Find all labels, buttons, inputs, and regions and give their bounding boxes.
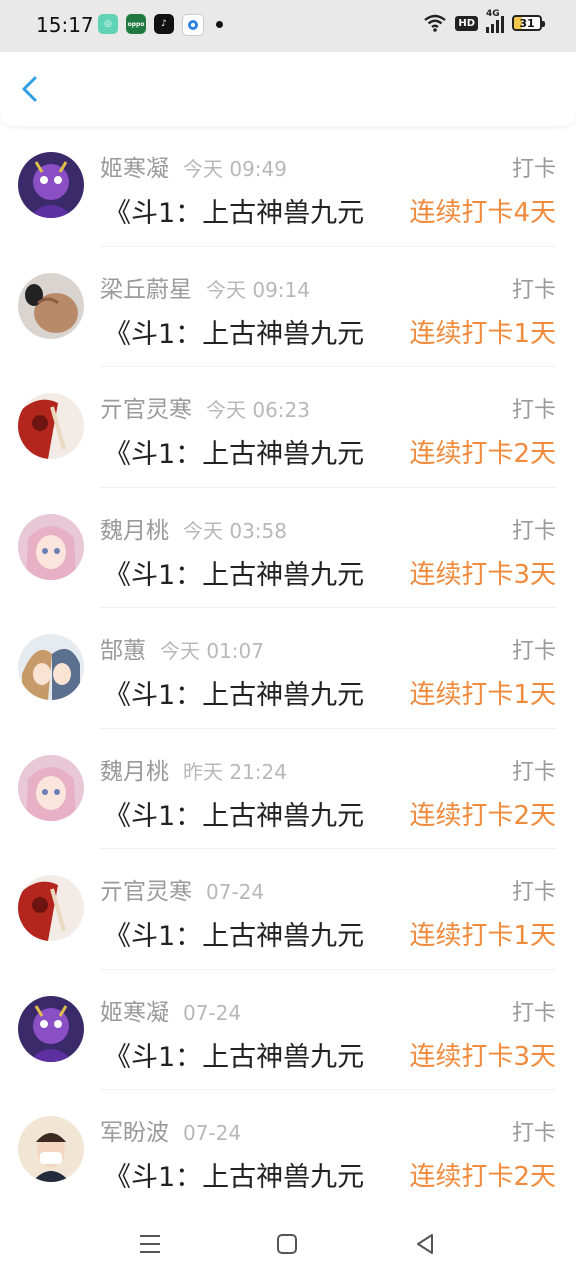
streak-count: 连续打卡2天 (409, 800, 556, 831)
checkin-row[interactable]: 姬寒凝 今天 09:49 打卡 《斗1：上古神兽九元 连续打卡4天 (0, 126, 576, 247)
status-time: 15:17 (36, 13, 94, 37)
streak-count: 连续打卡3天 (409, 1041, 556, 1072)
user-name: 姬寒凝 07-24 (100, 993, 241, 1027)
streak-count: 连续打卡2天 (409, 1162, 556, 1192)
avatar[interactable] (18, 1116, 84, 1182)
streak-count: 连续打卡4天 (409, 198, 556, 228)
checkin-type: 打卡 (511, 759, 556, 785)
checkin-row[interactable]: 亓官灵寒 今天 06:23 打卡 《斗1：上古神兽九元 连续打卡2天 (0, 367, 576, 488)
tiktok-icon: ♪ (154, 14, 174, 34)
network-type: 4G (486, 9, 500, 19)
streak-count: 连续打卡1天 (409, 318, 556, 349)
checkin-list: 姬寒凝 今天 09:49 打卡 《斗1：上古神兽九元 连续打卡4天 梁丘蔚星 今天 … (0, 126, 576, 1211)
menu-icon[interactable] (135, 1229, 165, 1259)
user-name-text: 梁丘蔚星 (100, 276, 192, 303)
wifi-icon (424, 14, 447, 32)
avatar[interactable] (18, 875, 84, 941)
checkin-row[interactable]: 姬寒凝 07-24 打卡 《斗1：上古神兽九元 连续打卡3天 (0, 970, 576, 1090)
checkin-row[interactable]: 亓官灵寒 07-24 打卡 《斗1：上古神兽九元 连续打卡1天 (0, 849, 576, 970)
streak-count: 连续打卡1天 (409, 680, 556, 710)
streak-count: 连续打卡3天 (409, 559, 556, 590)
checkin-row[interactable]: 魏月桃 昨天 21:24 打卡 《斗1：上古神兽九元 连续打卡2天 (0, 729, 576, 849)
checkin-row[interactable]: 魏月桃 今天 03:58 打卡 《斗1：上古神兽九元 连续打卡3天 (0, 488, 576, 608)
user-name-text: 姬寒凝 (100, 156, 169, 182)
checkin-type: 打卡 (511, 398, 556, 423)
user-name: 魏月桃 今天 03:58 (100, 511, 287, 545)
app-notification-icon: ◎ (98, 14, 118, 34)
user-name: 姬寒凝 今天 09:49 (100, 149, 287, 183)
checkin-time: 今天 06:23 (206, 398, 310, 422)
checkin-time: 今天 09:14 (206, 277, 310, 302)
user-name: 魏月桃 昨天 21:24 (100, 752, 287, 786)
app-notification-icon (182, 14, 204, 36)
more-notifications-icon (216, 21, 223, 28)
avatar[interactable] (18, 634, 84, 700)
avatar[interactable] (18, 995, 84, 1062)
user-name: 军盼波 07-24 (100, 1113, 241, 1147)
app-header (0, 52, 576, 126)
checkin-row[interactable]: 军盼波 07-24 打卡 《斗1：上古神兽九元 连续打卡2天 (0, 1090, 576, 1211)
checkin-time: 昨天 21:24 (183, 759, 287, 784)
back-triangle-icon[interactable] (410, 1229, 440, 1259)
checkin-type: 打卡 (511, 880, 556, 905)
book-title: 《斗1：上古神兽九元 (104, 921, 365, 952)
checkin-time: 07-24 (206, 880, 265, 904)
user-name-text: 魏月桃 (100, 517, 169, 544)
chevron-left-icon[interactable] (16, 74, 46, 104)
book-title: 《斗1：上古神兽九元 (104, 198, 365, 229)
hd-badge: HD (455, 15, 478, 31)
checkin-type: 打卡 (511, 1000, 556, 1026)
system-nav-bar (0, 1205, 576, 1280)
checkin-type: 打卡 (511, 639, 556, 664)
book-title: 《斗1：上古神兽九元 (104, 800, 365, 832)
streak-count: 连续打卡2天 (409, 439, 556, 469)
user-name: 亓官灵寒 今天 06:23 (100, 390, 310, 424)
book-title: 《斗1：上古神兽九元 (104, 439, 365, 470)
checkin-time: 今天 03:58 (183, 518, 287, 543)
user-name-text: 军盼波 (100, 1120, 169, 1146)
avatar[interactable] (18, 272, 84, 339)
checkin-time: 07-24 (183, 1000, 242, 1025)
user-name-text: 亓官灵寒 (100, 397, 192, 423)
avatar[interactable] (18, 513, 84, 580)
battery-icon: 31 (512, 15, 545, 31)
checkin-type: 打卡 (511, 1121, 556, 1146)
checkin-row[interactable]: 梁丘蔚星 今天 09:14 打卡 《斗1：上古神兽九元 连续打卡1天 (0, 247, 576, 367)
user-name-text: 亓官灵寒 (100, 879, 192, 905)
battery-level: 31 (519, 16, 535, 30)
user-name-text: 魏月桃 (100, 758, 169, 785)
user-name: 郜蕙 今天 01:07 (100, 631, 264, 665)
book-title: 《斗1：上古神兽九元 (104, 1041, 365, 1073)
checkin-time: 07-24 (183, 1121, 242, 1145)
avatar[interactable] (18, 393, 84, 459)
user-name: 梁丘蔚星 今天 09:14 (100, 270, 310, 304)
signal-icon: 4G (486, 9, 504, 33)
checkin-type: 打卡 (511, 277, 556, 303)
user-name: 亓官灵寒 07-24 (100, 872, 264, 906)
user-name-text: 姬寒凝 (100, 999, 169, 1026)
checkin-row[interactable]: 郜蕙 今天 01:07 打卡 《斗1：上古神兽九元 连续打卡1天 (0, 608, 576, 729)
user-name-text: 郜蕙 (100, 638, 146, 664)
book-title: 《斗1：上古神兽九元 (104, 1162, 365, 1193)
streak-count: 连续打卡1天 (409, 921, 556, 951)
avatar[interactable] (18, 152, 84, 218)
book-title: 《斗1：上古神兽九元 (104, 318, 365, 350)
checkin-type: 打卡 (511, 157, 556, 182)
app-notification-icon: oppo (126, 14, 146, 34)
book-title: 《斗1：上古神兽九元 (104, 680, 365, 711)
home-square-icon[interactable] (272, 1229, 302, 1259)
book-title: 《斗1：上古神兽九元 (104, 559, 365, 591)
avatar[interactable] (18, 754, 84, 821)
checkin-type: 打卡 (511, 518, 556, 544)
checkin-time: 今天 09:49 (183, 157, 287, 181)
checkin-time: 今天 01:07 (160, 639, 264, 663)
status-bar: 15:17 ◎ oppo ♪ HD 4G 31 (0, 0, 576, 52)
system-icons: HD 4G 31 (423, 9, 545, 33)
